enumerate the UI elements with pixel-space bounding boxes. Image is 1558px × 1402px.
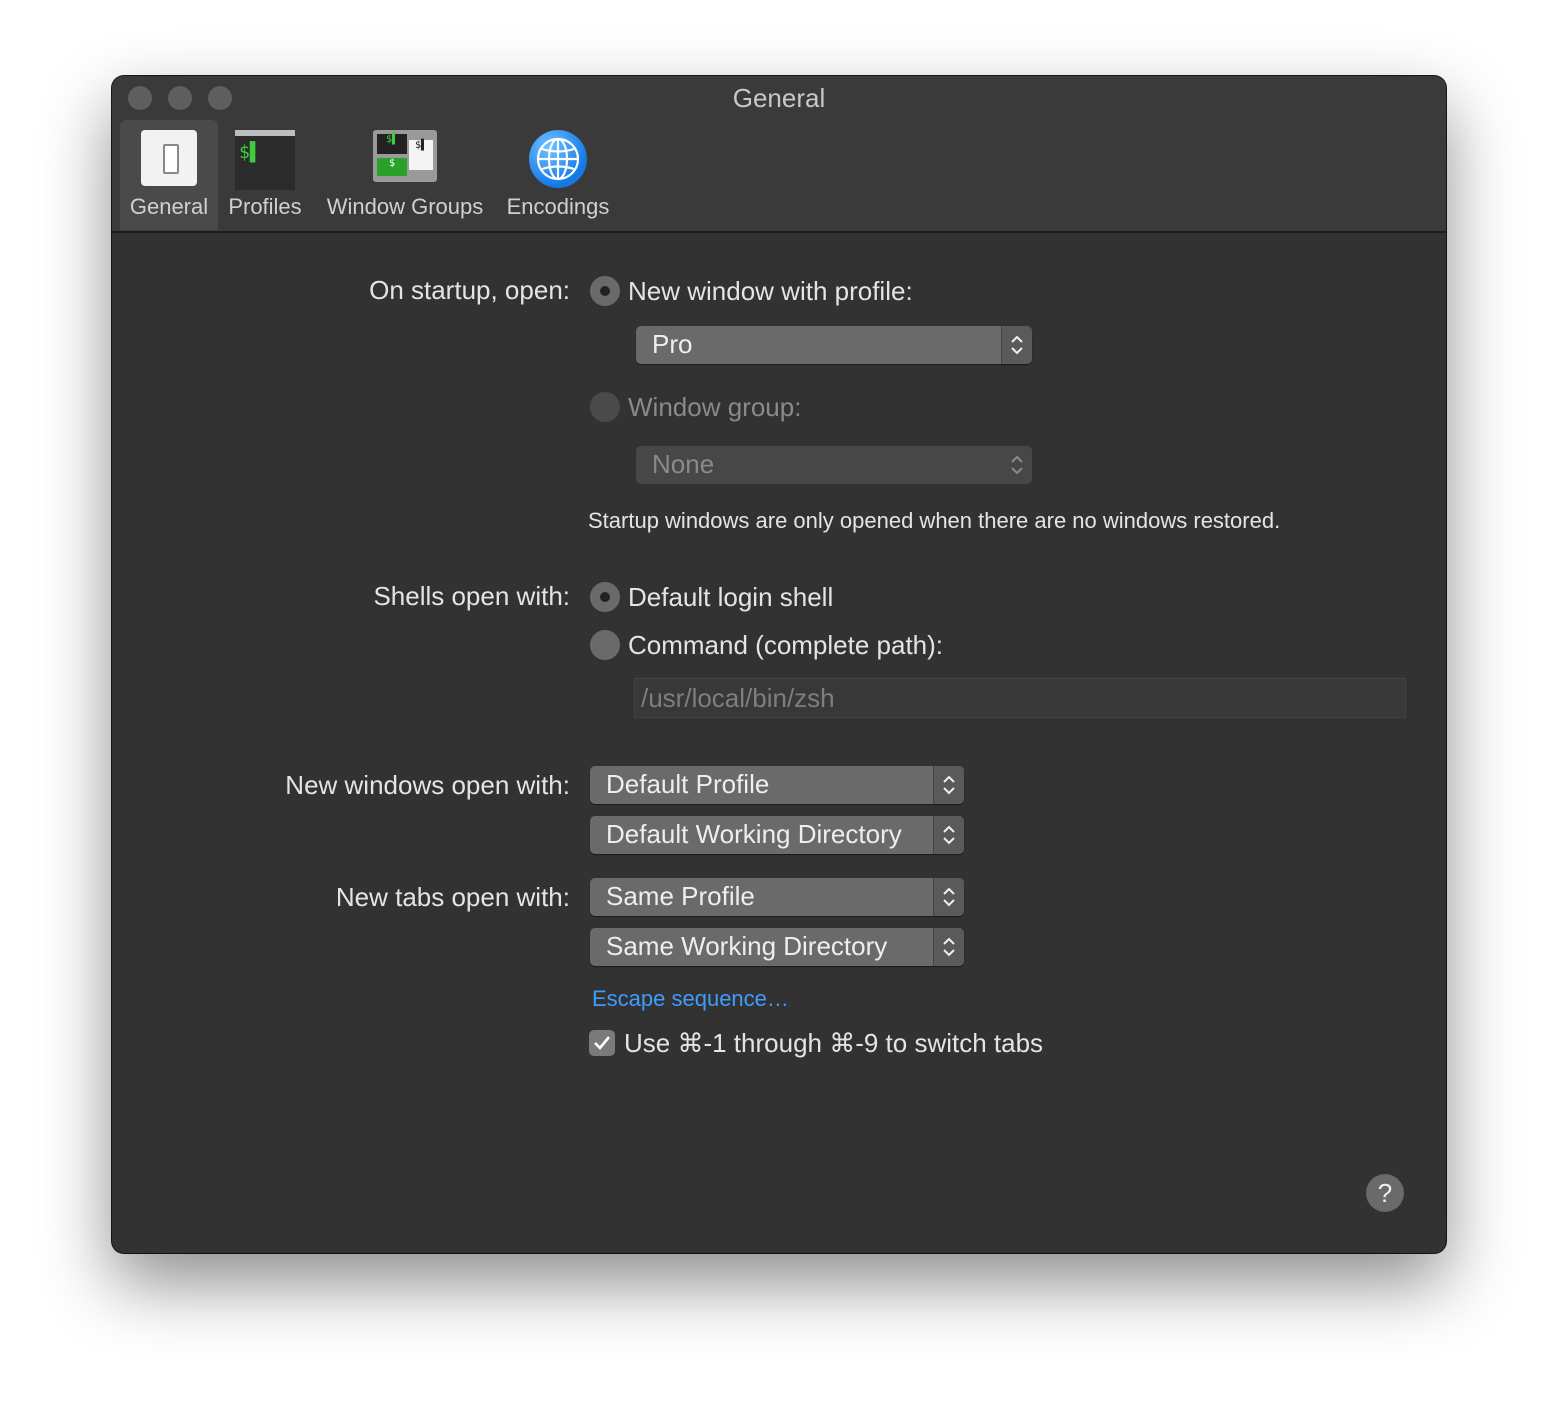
popup-value: Pro: [652, 329, 693, 359]
tab-label: Window Groups: [326, 194, 484, 219]
chevron-updown-icon: [1002, 446, 1032, 484]
chevron-updown-icon: [933, 816, 964, 854]
switch-tabs-label: Use ⌘-1 through ⌘-9 to switch tabs: [624, 1028, 1044, 1058]
popup-value: Default Working Directory: [606, 819, 902, 849]
chevron-updown-icon: [933, 766, 964, 804]
general-switch-icon: [141, 130, 197, 186]
help-button[interactable]: ?: [1366, 1174, 1404, 1212]
new-windows-profile-popup[interactable]: Default Profile: [590, 766, 964, 804]
tab-label: Encodings: [506, 194, 610, 219]
chevron-updown-icon: [933, 928, 964, 966]
globe-icon: [529, 130, 587, 188]
tab-profiles[interactable]: $▌ Profiles: [222, 120, 308, 230]
popup-value: Same Working Directory: [606, 931, 888, 961]
window-groups-icon: $▌ $▌ $: [373, 130, 437, 182]
chevron-updown-icon: [1001, 326, 1032, 364]
preferences-window: General General $▌ Profiles $▌ $▌ $ Window…: [112, 76, 1446, 1253]
window-group-radio[interactable]: [590, 392, 620, 422]
new-tabs-label: New tabs open with:: [335, 882, 570, 912]
startup-profile-popup[interactable]: Pro: [636, 326, 1032, 364]
shells-label: Shells open with:: [373, 581, 570, 611]
new-tabs-directory-popup[interactable]: Same Working Directory: [590, 928, 964, 966]
popup-value: Default Profile: [606, 769, 770, 799]
default-login-shell-radio[interactable]: [590, 582, 620, 612]
escape-sequence-link[interactable]: Escape sequence…: [592, 986, 789, 1012]
switch-tabs-checkbox[interactable]: [589, 1030, 615, 1056]
command-path-placeholder: /usr/local/bin/zsh: [641, 683, 835, 713]
terminal-icon: $▌: [235, 130, 295, 190]
new-windows-directory-popup[interactable]: Default Working Directory: [590, 816, 964, 854]
startup-note: Startup windows are only opened when the…: [588, 508, 1281, 533]
tab-encodings[interactable]: Encodings: [500, 120, 616, 230]
command-label: Command (complete path):: [628, 630, 944, 660]
window-group-popup[interactable]: None: [636, 446, 1032, 484]
window-group-label: Window group:: [628, 392, 802, 422]
popup-value: None: [652, 449, 715, 479]
startup-label: On startup, open:: [369, 275, 570, 305]
titlebar: General General $▌ Profiles $▌ $▌ $ Window…: [112, 76, 1446, 233]
new-window-profile-label: New window with profile:: [628, 276, 913, 306]
tab-label: Profiles: [228, 194, 302, 219]
window-title: General: [732, 83, 826, 113]
tab-label: General: [129, 194, 209, 219]
command-radio[interactable]: [590, 630, 620, 660]
chevron-updown-icon: [933, 878, 964, 916]
popup-value: Same Profile: [606, 881, 755, 911]
tab-general[interactable]: General: [120, 120, 218, 230]
new-windows-label: New windows open with:: [285, 770, 570, 800]
command-path-field[interactable]: /usr/local/bin/zsh: [634, 678, 1406, 718]
default-login-shell-label: Default login shell: [628, 582, 834, 612]
new-tabs-profile-popup[interactable]: Same Profile: [590, 878, 964, 916]
tab-window-groups[interactable]: $▌ $▌ $ Window Groups: [318, 120, 492, 230]
new-window-profile-radio[interactable]: [590, 276, 620, 306]
